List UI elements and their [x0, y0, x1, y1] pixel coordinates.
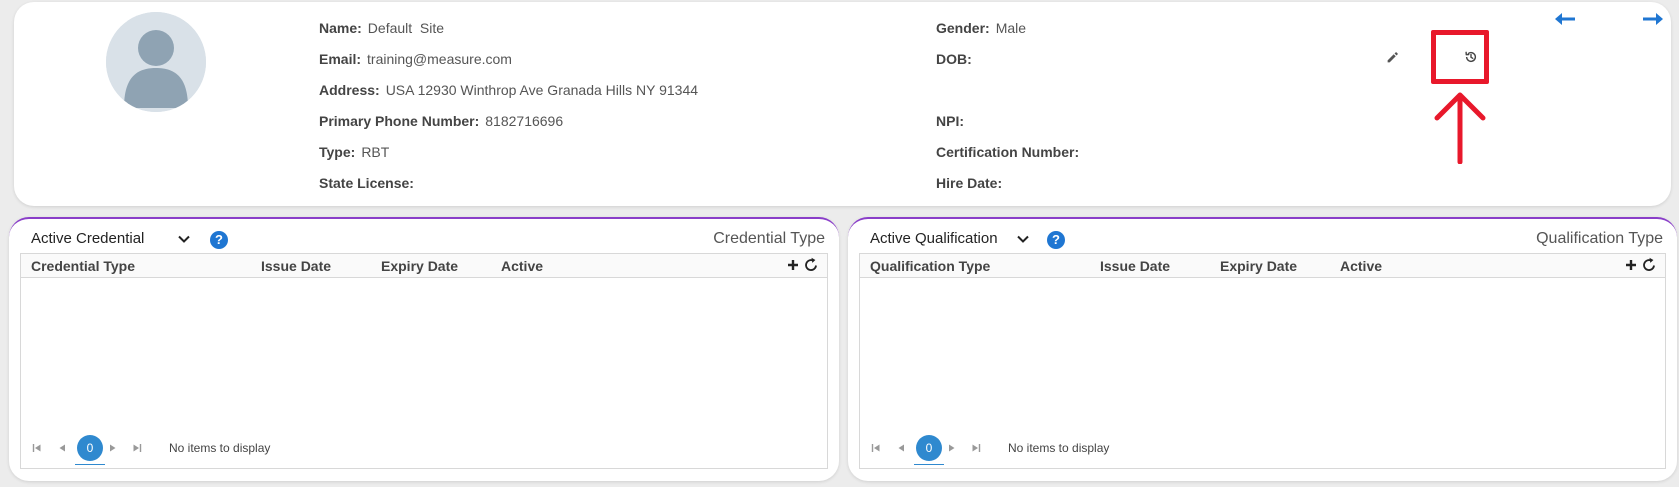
type-value: RBT [361, 144, 390, 160]
credential-pager: 0 No items to display [21, 428, 827, 468]
column-qualification-type[interactable]: Qualification Type [870, 258, 990, 274]
chevron-down-icon[interactable] [177, 232, 191, 246]
qualification-grid-header: Qualification Type Issue Date Expiry Dat… [860, 254, 1665, 278]
phone-label: Primary Phone Number: [319, 113, 480, 129]
column-expiry-date[interactable]: Expiry Date [381, 258, 458, 274]
arrow-left-icon[interactable] [1553, 8, 1577, 30]
next-page-icon[interactable] [946, 442, 958, 454]
state-license-field: State License: [319, 174, 420, 192]
page-underline [75, 464, 105, 465]
phone-value: 8182716696 [485, 113, 564, 129]
column-expiry-date[interactable]: Expiry Date [1220, 258, 1297, 274]
prev-page-icon[interactable] [56, 442, 68, 454]
email-value: training@measure.com [367, 51, 512, 67]
qualification-panel-header: Active Qualification ? Qualification Typ… [848, 219, 1677, 253]
state-license-label: State License: [319, 175, 414, 191]
qualification-type-title: Qualification Type [1536, 230, 1663, 247]
column-active[interactable]: Active [501, 258, 543, 274]
gender-value: Male [995, 20, 1027, 36]
pager-info: No items to display [1008, 441, 1110, 455]
credential-grid-actions [787, 257, 819, 273]
prev-page-icon[interactable] [895, 442, 907, 454]
certification-number-label: Certification Number: [936, 144, 1080, 160]
arrow-right-icon[interactable] [1641, 8, 1665, 30]
add-icon[interactable] [1625, 259, 1637, 271]
column-issue-date[interactable]: Issue Date [1100, 258, 1170, 274]
column-issue-date[interactable]: Issue Date [261, 258, 331, 274]
next-page-icon[interactable] [107, 442, 119, 454]
credential-panel-header: Active Credential ? Credential Type [9, 219, 839, 253]
qualification-panel: Active Qualification ? Qualification Typ… [848, 217, 1677, 481]
phone-field: Primary Phone Number: 8182716696 [319, 112, 563, 130]
npi-field: NPI: [936, 112, 970, 130]
address-field: Address: USA 12930 Winthrop Ave Granada H… [319, 81, 698, 99]
avatar-icon [106, 12, 206, 112]
credential-type-title: Credential Type [713, 230, 825, 247]
last-page-icon[interactable] [970, 442, 982, 454]
email-label: Email: [319, 51, 362, 67]
address-value: USA 12930 Winthrop Ave Granada Hills NY … [385, 82, 699, 98]
dob-label: DOB: [936, 51, 972, 67]
column-active[interactable]: Active [1340, 258, 1382, 274]
hire-date-field: Hire Date: [936, 174, 1008, 192]
pager-info: No items to display [169, 441, 271, 455]
email-field: Email: training@measure.com [319, 50, 512, 68]
history-icon[interactable] [1463, 49, 1479, 65]
name-value: Default Site [367, 20, 445, 36]
qualification-select[interactable]: Active Qualification [870, 230, 998, 247]
first-page-icon[interactable] [870, 442, 882, 454]
certification-number-field: Certification Number: [936, 143, 1085, 161]
last-page-icon[interactable] [131, 442, 143, 454]
credential-grid-header: Credential Type Issue Date Expiry Date A… [21, 254, 827, 278]
credential-select[interactable]: Active Credential [31, 230, 144, 247]
add-icon[interactable] [787, 259, 799, 271]
page-number[interactable]: 0 [77, 435, 103, 461]
name-field: Name: Default Site [319, 19, 444, 37]
chevron-down-icon[interactable] [1016, 232, 1030, 246]
type-label: Type: [319, 144, 356, 160]
qualification-grid-actions [1625, 257, 1657, 273]
profile-card: Name: Default Site Email: training@measure… [14, 2, 1671, 206]
refresh-icon[interactable] [803, 257, 819, 273]
pencil-icon[interactable] [1384, 49, 1400, 65]
help-icon[interactable]: ? [210, 231, 228, 249]
qualification-grid: Qualification Type Issue Date Expiry Dat… [859, 253, 1666, 469]
help-icon[interactable]: ? [1047, 231, 1065, 249]
hire-date-label: Hire Date: [936, 175, 1003, 191]
name-label: Name: [319, 20, 362, 36]
npi-label: NPI: [936, 113, 964, 129]
page-underline [914, 464, 944, 465]
qualification-pager: 0 No items to display [860, 428, 1665, 468]
credential-grid: Credential Type Issue Date Expiry Date A… [20, 253, 828, 469]
page-number[interactable]: 0 [916, 435, 942, 461]
address-label: Address: [319, 82, 380, 98]
credential-panel: Active Credential ? Credential Type Cred… [9, 217, 839, 481]
refresh-icon[interactable] [1641, 257, 1657, 273]
type-field: Type: RBT [319, 143, 389, 161]
column-credential-type[interactable]: Credential Type [31, 258, 135, 274]
gender-label: Gender: [936, 20, 990, 36]
first-page-icon[interactable] [31, 442, 43, 454]
dob-field: DOB: [936, 50, 978, 68]
gender-field: Gender: Male [936, 19, 1026, 37]
